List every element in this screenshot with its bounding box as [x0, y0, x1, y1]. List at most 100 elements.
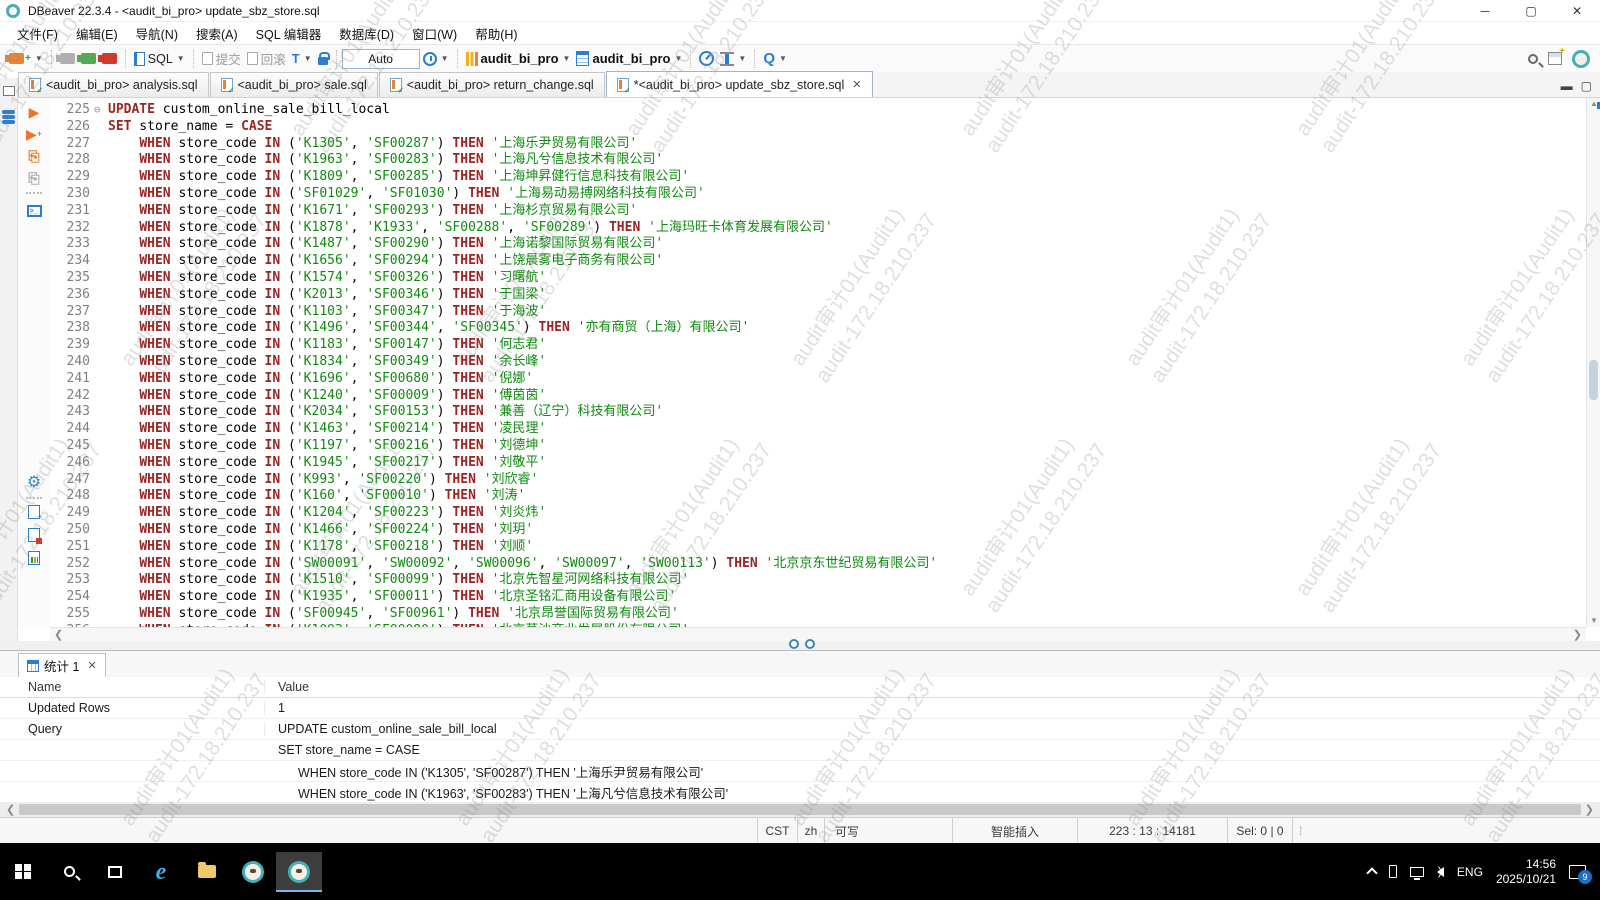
editor-vertical-scrollbar[interactable]: ▲ ▼	[1586, 98, 1600, 627]
tray-expand-icon[interactable]	[1366, 867, 1377, 878]
execute-new-tab-button[interactable]: ▶+	[25, 126, 43, 142]
tab-return-change-sql[interactable]: <audit_bi_pro> return_change.sql	[379, 72, 605, 97]
connect-button[interactable]	[57, 51, 78, 66]
new-connection-button[interactable]: +▼	[6, 51, 46, 66]
code-line[interactable]: 254 WHEN store_code IN ('K1935', 'SF0001…	[50, 589, 1586, 606]
code-line[interactable]: 251 WHEN store_code IN ('K1178', 'SF0021…	[50, 539, 1586, 556]
code-line[interactable]: 233 WHEN store_code IN ('K1487', 'SF0029…	[50, 236, 1586, 253]
menu-database[interactable]: 数据库(D)	[330, 22, 403, 45]
code-line[interactable]: 240 WHEN store_code IN ('K1834', 'SF0034…	[50, 354, 1586, 371]
code-line[interactable]: 250 WHEN store_code IN ('K1466', 'SF0022…	[50, 522, 1586, 539]
code-line[interactable]: 243 WHEN store_code IN ('K2034', 'SF0015…	[50, 404, 1586, 421]
results-scroll-thumb[interactable]	[19, 804, 1581, 815]
code-line[interactable]: 242 WHEN store_code IN ('K1240', 'SF0000…	[50, 388, 1586, 405]
code-line[interactable]: 255 WHEN store_code IN ('SF00945', 'SF00…	[50, 606, 1586, 623]
tx-mode-combo[interactable]: Auto	[342, 49, 420, 69]
sash-restore-dot[interactable]	[789, 639, 799, 649]
code-line[interactable]: 249 WHEN store_code IN ('K1204', 'SF0022…	[50, 505, 1586, 522]
scroll-right-arrow[interactable]: ❯	[1573, 628, 1582, 641]
code-line[interactable]: 228 WHEN store_code IN ('K1963', 'SF0028…	[50, 152, 1586, 169]
code-line[interactable]: 248 WHEN store_code IN ('K160', 'SF00010…	[50, 488, 1586, 505]
rollback-button[interactable]: 回滚	[244, 47, 289, 70]
search-button[interactable]: Q▼	[760, 48, 790, 69]
menu-help[interactable]: 帮助(H)	[466, 22, 526, 45]
vertical-scroll-thumb[interactable]	[1589, 360, 1598, 400]
sql-code-editor[interactable]: 225⊖UPDATE custom_online_sale_bill_local…	[50, 98, 1586, 627]
sql-editor-button[interactable]: SQL▼	[131, 50, 188, 68]
transaction-log-button[interactable]: T▼	[289, 49, 315, 68]
database-selector[interactable]: audit_bi_pro▼	[573, 49, 685, 68]
code-line[interactable]: 241 WHEN store_code IN ('K1696', 'SF0068…	[50, 371, 1586, 388]
code-line[interactable]: 239 WHEN store_code IN ('K1183', 'SF0014…	[50, 337, 1586, 354]
menu-navigate[interactable]: 导航(N)	[127, 22, 187, 45]
code-line[interactable]: 235 WHEN store_code IN ('K1574', 'SF0032…	[50, 270, 1586, 287]
notification-center-button[interactable]: 9	[1569, 865, 1586, 879]
dbeaver-taskbar-button[interactable]	[230, 852, 276, 892]
disconnect-button[interactable]	[99, 51, 120, 66]
code-line[interactable]: 247 WHEN store_code IN ('K993', 'SF00220…	[50, 472, 1586, 489]
start-button[interactable]	[0, 852, 46, 892]
code-line[interactable]: 226SET store_name = CASE	[50, 119, 1586, 136]
code-line[interactable]: 225⊖UPDATE custom_online_sale_bill_local	[50, 102, 1586, 119]
tab-analysis-sql[interactable]: <audit_bi_pro> analysis.sql	[18, 72, 209, 97]
code-line[interactable]: 244 WHEN store_code IN ('K1463', 'SF0021…	[50, 421, 1586, 438]
sash-maximize-dot[interactable]	[805, 639, 815, 649]
table-row[interactable]: WHEN store_code IN ('K1963', 'SF00283') …	[0, 782, 1600, 802]
execute-statement-button[interactable]: ▶	[25, 104, 43, 120]
settings-gear-button[interactable]: ⚙	[25, 475, 43, 491]
tab-update-sbz-store-sql[interactable]: *<audit_bi_pro> update_sbz_store.sql✕	[606, 71, 873, 97]
maximize-editor-icon[interactable]: ▢	[1581, 79, 1592, 93]
commit-mode-button[interactable]: ▼	[717, 50, 749, 68]
export-result-button[interactable]	[25, 505, 43, 522]
results-scroll-left-arrow[interactable]: ❮	[0, 803, 15, 816]
status-overflow-dots[interactable]: ⁞	[1293, 824, 1303, 838]
results-horizontal-scrollbar[interactable]: ❮ ❯	[0, 802, 1600, 817]
dbeaver-taskbar-button-active[interactable]	[276, 852, 322, 892]
execute-script-button[interactable]: ⎘	[25, 148, 43, 164]
code-line[interactable]: 227 WHEN store_code IN ('K1305', 'SF0028…	[50, 136, 1586, 153]
results-scroll-right-arrow[interactable]: ❯	[1585, 803, 1600, 816]
code-line[interactable]: 245 WHEN store_code IN ('K1197', 'SF0021…	[50, 438, 1586, 455]
validate-script-button[interactable]	[25, 528, 43, 545]
open-console-button[interactable]: >_	[25, 200, 43, 217]
menu-search[interactable]: 搜索(A)	[187, 22, 247, 45]
status-caret-position[interactable]: 223 : 13 : 14181	[1077, 818, 1227, 844]
reconnect-button[interactable]	[78, 51, 99, 66]
tab-sale-sql[interactable]: <audit_bi_pro> sale.sql	[210, 72, 378, 97]
code-line[interactable]: 237 WHEN store_code IN ('K1103', 'SF0034…	[50, 304, 1586, 321]
code-line[interactable]: 246 WHEN store_code IN ('K1945', 'SF0021…	[50, 455, 1586, 472]
code-line[interactable]: 229 WHEN store_code IN ('K1809', 'SF0028…	[50, 169, 1586, 186]
tab-close-icon[interactable]: ✕	[852, 78, 861, 91]
column-header-name[interactable]: Name	[0, 680, 265, 694]
table-row[interactable]: Updated Rows1	[0, 698, 1600, 719]
input-language[interactable]: ENG	[1457, 865, 1483, 879]
usb-icon[interactable]	[1389, 865, 1397, 878]
minimize-editor-icon[interactable]: ▬	[1561, 79, 1573, 93]
panel-sash[interactable]	[0, 641, 1600, 650]
results-tab-close-icon[interactable]: ✕	[87, 659, 96, 672]
menu-window[interactable]: 窗口(W)	[403, 22, 466, 45]
internet-explorer-button[interactable]: e	[138, 852, 184, 892]
tab-statistics[interactable]: 统计 1 ✕	[18, 653, 106, 677]
code-line[interactable]: 252 WHEN store_code IN ('SW00091', 'SW00…	[50, 556, 1586, 573]
table-row[interactable]: WHEN store_code IN ('K1305', 'SF00287') …	[0, 761, 1600, 782]
database-navigator-icon[interactable]	[2, 110, 15, 125]
speaker-icon[interactable]	[1437, 867, 1444, 877]
commit-button[interactable]: 提交	[199, 47, 244, 70]
open-perspective-icon[interactable]	[1548, 52, 1562, 65]
code-line[interactable]: 236 WHEN store_code IN ('K2013', 'SF0034…	[50, 287, 1586, 304]
editor-horizontal-scrollbar[interactable]: ❮ ❯	[50, 627, 1586, 641]
table-row[interactable]: QueryUPDATE custom_online_sale_bill_loca…	[0, 719, 1600, 740]
code-line[interactable]: 230 WHEN store_code IN ('SF01029', 'SF01…	[50, 186, 1586, 203]
code-line[interactable]: 253 WHEN store_code IN ('K1510', 'SF0009…	[50, 572, 1586, 589]
file-explorer-button[interactable]	[184, 852, 230, 892]
code-line[interactable]: 238 WHEN store_code IN ('K1496', 'SF0034…	[50, 320, 1586, 337]
taskbar-clock[interactable]: 14:56 2025/10/21	[1496, 857, 1556, 887]
menu-edit[interactable]: 编辑(E)	[67, 22, 127, 45]
menu-file[interactable]: 文件(F)	[8, 22, 67, 45]
quick-search-icon[interactable]	[1528, 54, 1538, 64]
connection-selector[interactable]: audit_bi_pro▼	[463, 49, 574, 68]
code-line[interactable]: 231 WHEN store_code IN ('K1671', 'SF0029…	[50, 203, 1586, 220]
maximize-button[interactable]: ▢	[1508, 0, 1554, 22]
taskbar-search-button[interactable]	[46, 852, 92, 892]
